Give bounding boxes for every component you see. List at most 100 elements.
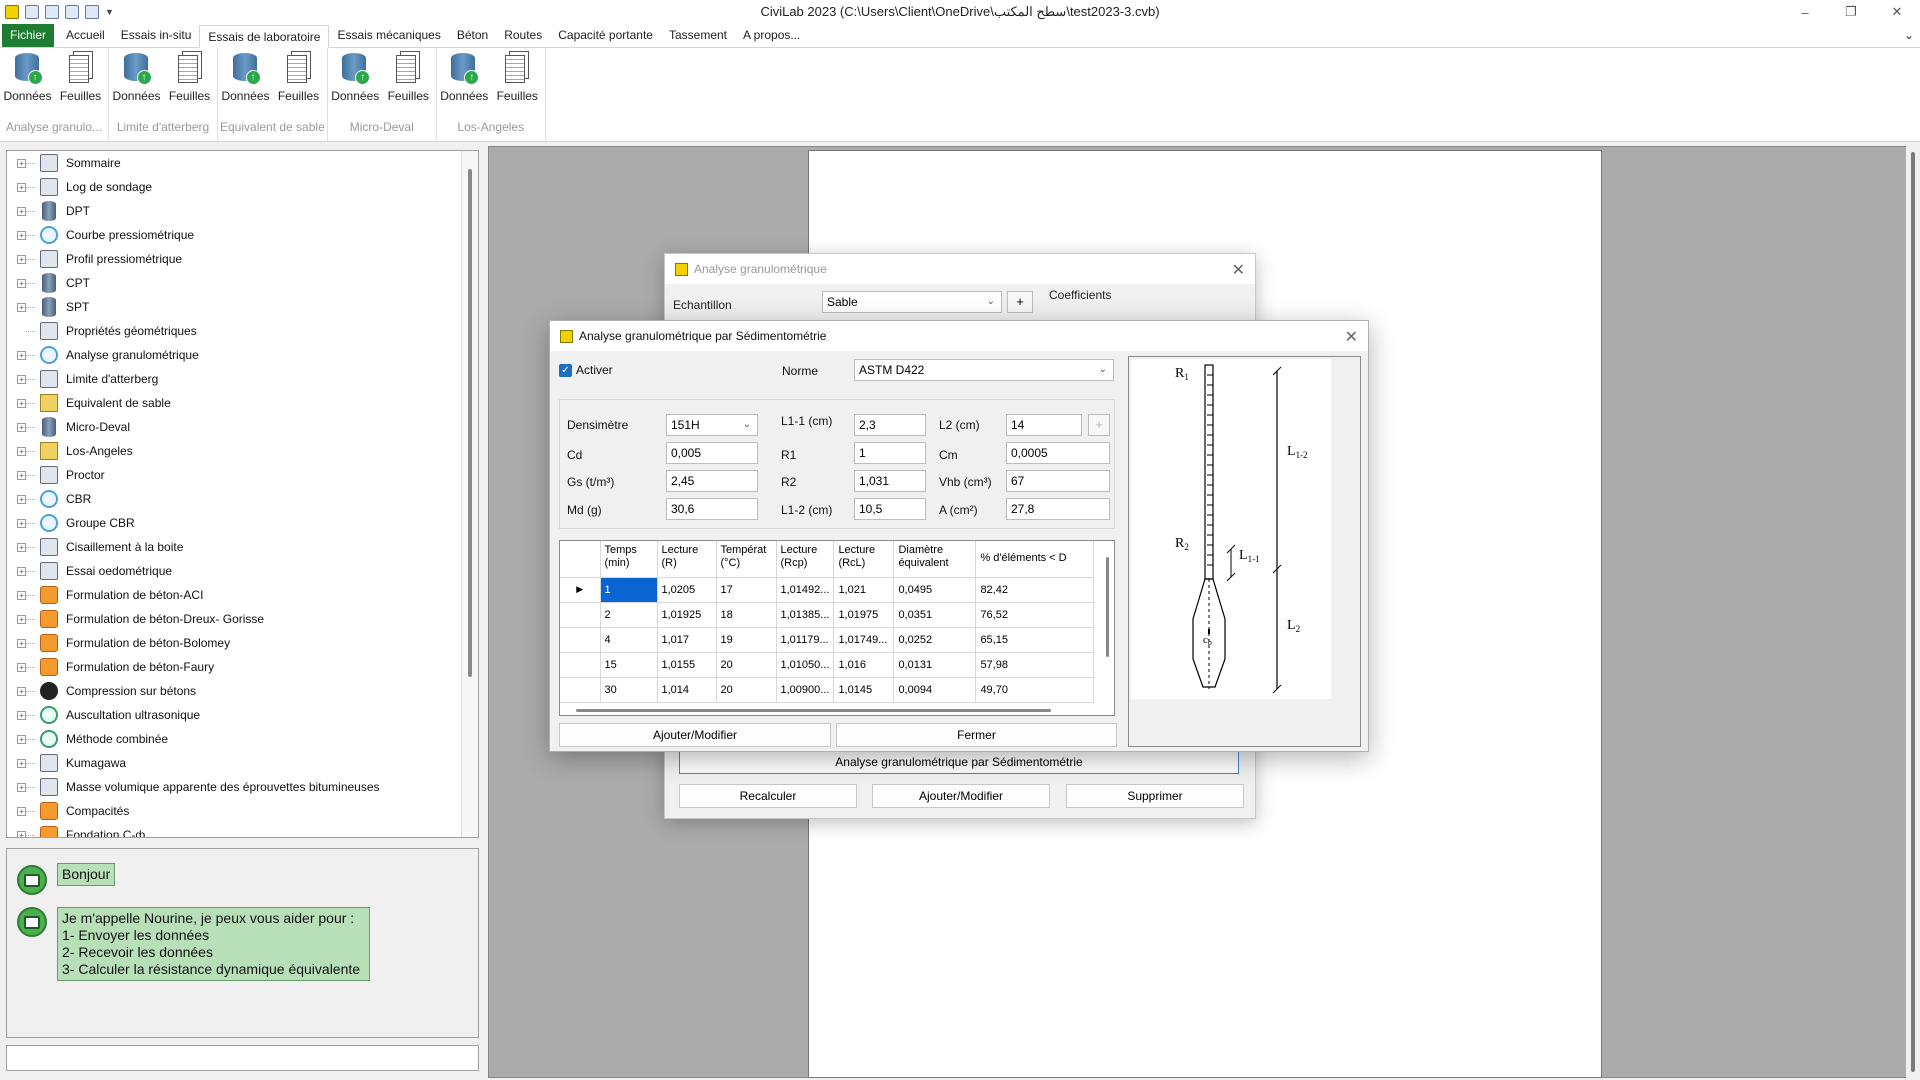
expand-icon[interactable]: +: [17, 230, 26, 240]
col-temperature[interactable]: Températ (°C): [716, 541, 777, 578]
tree-item[interactable]: + Compression sur bétons: [7, 679, 478, 703]
expand-icon[interactable]: +: [17, 446, 26, 456]
row-header-cell[interactable]: ▶: [560, 577, 601, 603]
table-cell[interactable]: 30: [600, 677, 658, 703]
minimize-button[interactable]: –: [1782, 0, 1828, 24]
tab-beton[interactable]: Béton: [449, 24, 496, 47]
expand-icon[interactable]: +: [17, 398, 26, 408]
table-cell[interactable]: 19: [716, 627, 777, 653]
expand-icon[interactable]: +: [17, 590, 26, 600]
tree-item[interactable]: + Analyse granulométrique: [7, 343, 478, 367]
qat-dropdown-icon[interactable]: ▼: [105, 7, 114, 17]
donnees-button[interactable]: ↑ Données: [2, 51, 53, 120]
a-input[interactable]: 27,8: [1006, 498, 1110, 520]
table-cell[interactable]: 1: [600, 577, 658, 603]
densimetre-select[interactable]: 151H ⌄: [666, 414, 758, 436]
expand-icon[interactable]: +: [17, 206, 26, 216]
feuilles-button[interactable]: Feuilles: [273, 51, 324, 120]
tree-item[interactable]: + Proctor: [7, 463, 478, 487]
table-cell[interactable]: 0,0495: [893, 577, 977, 603]
document-scrollbar[interactable]: [1906, 146, 1920, 1078]
table-cell[interactable]: 57,98: [975, 652, 1095, 678]
table-cell[interactable]: 82,42: [975, 577, 1095, 603]
grid-horizontal-scrollbar[interactable]: [560, 705, 1114, 715]
table-cell[interactable]: 1,016: [833, 652, 895, 678]
expand-icon[interactable]: +: [17, 254, 26, 264]
expand-icon[interactable]: +: [17, 470, 26, 480]
tree-item[interactable]: + Groupe CBR: [7, 511, 478, 535]
grid-vertical-scrollbar[interactable]: [1102, 541, 1114, 715]
tree-item[interactable]: + DPT: [7, 199, 478, 223]
table-cell[interactable]: 1,0205: [657, 577, 717, 603]
expand-icon[interactable]: +: [17, 662, 26, 672]
feuilles-button[interactable]: Feuilles: [383, 51, 434, 120]
table-cell[interactable]: 1,01050...: [776, 652, 835, 678]
expand-icon[interactable]: +: [17, 542, 26, 552]
tree-item[interactable]: + Formulation de béton-Faury: [7, 655, 478, 679]
tree-item[interactable]: + Formulation de béton-ACI: [7, 583, 478, 607]
row-header-cell[interactable]: [560, 602, 601, 628]
expand-icon[interactable]: +: [17, 182, 26, 192]
table-cell[interactable]: 1,017: [657, 627, 717, 653]
tree-item[interactable]: + Formulation de béton-Bolomey: [7, 631, 478, 655]
close-icon[interactable]: ✕: [1345, 327, 1358, 347]
tree-item[interactable]: + Méthode combinée: [7, 727, 478, 751]
table-cell[interactable]: 1,021: [833, 577, 895, 603]
expand-icon[interactable]: +: [17, 782, 26, 792]
expand-icon[interactable]: +: [17, 686, 26, 696]
table-row[interactable]: 2 1,01925 18 1,01385... 1,01975 0,0351 76,52: [560, 602, 1095, 628]
undo-icon[interactable]: [45, 5, 59, 19]
tree-item[interactable]: + Sommaire: [7, 151, 478, 175]
donnees-button[interactable]: ↑ Données: [439, 51, 490, 120]
tree-item[interactable]: + Compacités: [7, 799, 478, 823]
col-diametre[interactable]: Diamètre équivalent: [893, 541, 977, 578]
tree-item[interactable]: + Formulation de béton-Dreux- Gorisse: [7, 607, 478, 631]
expand-icon[interactable]: +: [17, 614, 26, 624]
row-header-cell[interactable]: [560, 627, 601, 653]
tab-accueil[interactable]: Accueil: [58, 24, 113, 47]
fermer-button[interactable]: Fermer: [836, 723, 1117, 747]
expand-icon[interactable]: +: [17, 278, 26, 288]
table-cell[interactable]: 0,0094: [893, 677, 977, 703]
new-file-icon[interactable]: [65, 5, 79, 19]
vhb-input[interactable]: 67: [1006, 470, 1110, 492]
table-cell[interactable]: 15: [600, 652, 658, 678]
table-cell[interactable]: 1,01925: [657, 602, 717, 628]
expand-icon[interactable]: +: [17, 350, 26, 360]
tree-item[interactable]: + Micro-Deval: [7, 415, 478, 439]
expand-icon[interactable]: +: [17, 710, 26, 720]
table-cell[interactable]: 1,01385...: [776, 602, 835, 628]
feuilles-button[interactable]: Feuilles: [55, 51, 106, 120]
activer-checkbox[interactable]: ✓: [559, 364, 572, 377]
expand-icon[interactable]: +: [17, 566, 26, 576]
table-cell[interactable]: 49,70: [975, 677, 1095, 703]
feuilles-button[interactable]: Feuilles: [492, 51, 543, 120]
table-cell[interactable]: 17: [716, 577, 777, 603]
table-cell[interactable]: 1,01749...: [833, 627, 895, 653]
ribbon-collapse-icon[interactable]: ⌄: [1904, 28, 1914, 42]
expand-icon[interactable]: +: [17, 806, 26, 816]
ajouter-modifier-button[interactable]: Ajouter/Modifier: [872, 784, 1050, 808]
tab-a-propos[interactable]: A propos...: [735, 24, 808, 47]
close-button[interactable]: ✕: [1874, 0, 1920, 24]
add-parameter-button[interactable]: +: [1088, 414, 1110, 436]
tree-item[interactable]: + CPT: [7, 271, 478, 295]
table-cell[interactable]: 65,15: [975, 627, 1095, 653]
table-cell[interactable]: 18: [716, 602, 777, 628]
col-percent-elements[interactable]: % d'éléments < D: [975, 541, 1095, 578]
expand-icon[interactable]: +: [17, 422, 26, 432]
tree-item[interactable]: + CBR: [7, 487, 478, 511]
add-echantillon-button[interactable]: +: [1007, 291, 1033, 313]
r1-input[interactable]: 1: [854, 442, 926, 464]
table-cell[interactable]: 2: [600, 602, 658, 628]
table-cell[interactable]: 1,0155: [657, 652, 717, 678]
expand-icon[interactable]: +: [17, 830, 26, 837]
expand-icon[interactable]: +: [17, 758, 26, 768]
tree-item[interactable]: + Auscultation ultrasonique: [7, 703, 478, 727]
col-lecture-rcp[interactable]: Lecture (Rcp): [776, 541, 835, 578]
echantillon-select[interactable]: Sable ⌄: [822, 291, 1002, 313]
tree-item[interactable]: + Essai oedométrique: [7, 559, 478, 583]
donnees-button[interactable]: ↑ Données: [330, 51, 381, 120]
l11-input[interactable]: 2,3: [854, 414, 926, 436]
r2-input[interactable]: 1,031: [854, 470, 926, 492]
